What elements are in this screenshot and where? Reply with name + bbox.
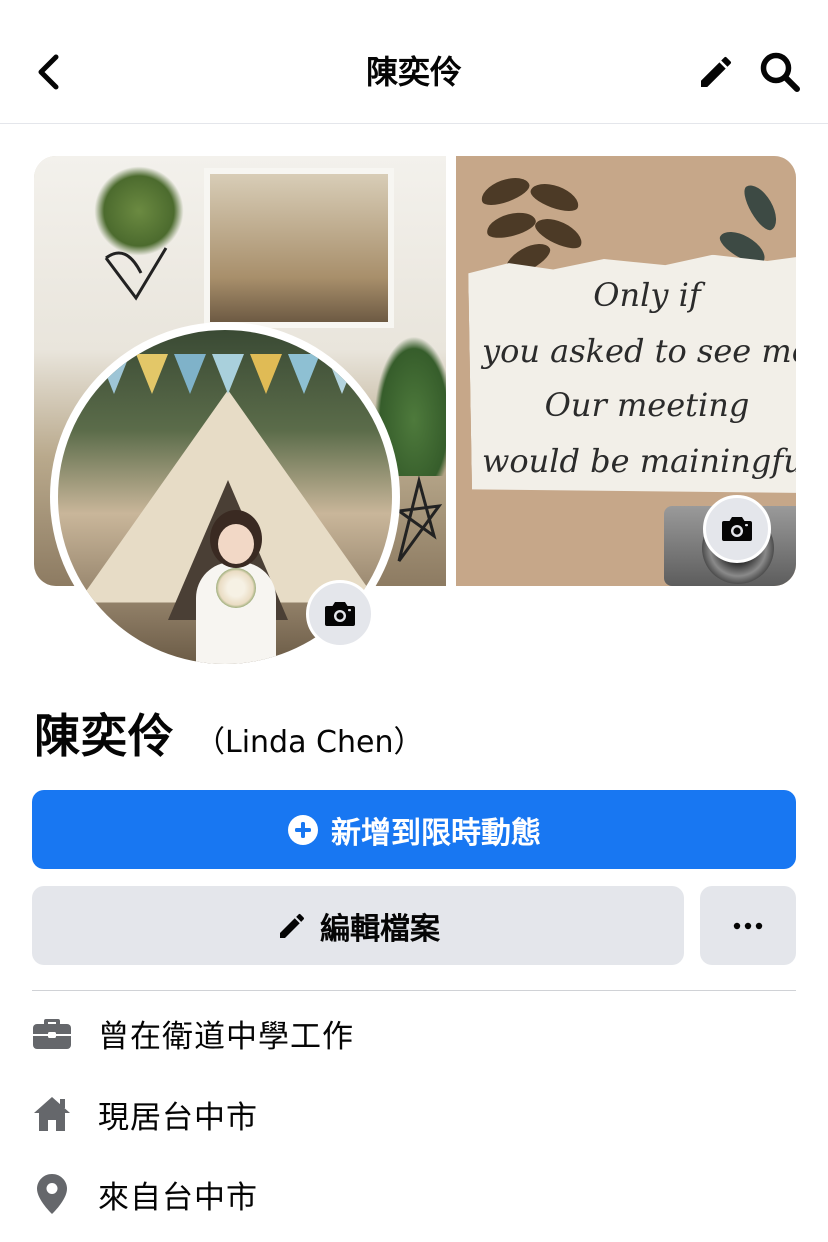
leaf-decoration	[738, 179, 784, 235]
location-pin-icon	[37, 1174, 67, 1214]
detail-hometown-text: 來自台中市	[98, 1179, 258, 1216]
search-button[interactable]	[756, 48, 804, 96]
divider	[32, 990, 796, 991]
leaf-decoration	[527, 178, 583, 216]
edit-profile-top-button[interactable]	[694, 50, 738, 94]
cover-window	[204, 168, 394, 328]
avatar-person	[196, 510, 276, 664]
leaf-decoration	[477, 172, 533, 210]
edit-profile-label: 編輯檔案	[320, 911, 440, 947]
top-bar: 陳奕伶	[0, 0, 828, 124]
camera-icon	[325, 602, 355, 626]
heart-doodle-icon	[104, 247, 168, 301]
briefcase-icon	[33, 1019, 71, 1049]
home-icon	[34, 1097, 70, 1131]
detail-work[interactable]: 曾在衛道中學工作	[32, 1003, 354, 1063]
more-icon	[733, 922, 763, 929]
edit-profile-button[interactable]: 編輯檔案	[32, 886, 684, 965]
star-doodle-icon	[395, 476, 443, 562]
add-to-story-label: 新增到限時動態	[331, 815, 541, 851]
avatar-camera-button[interactable]	[306, 580, 374, 648]
profile-name-row: 陳奕伶 （Linda Chen）	[34, 700, 424, 763]
pencil-icon	[280, 913, 305, 938]
detail-hometown[interactable]: 來自台中市	[32, 1164, 258, 1224]
quote-line: would be mainingful	[482, 442, 796, 480]
camera-icon	[722, 517, 752, 541]
bunting-flags	[98, 354, 358, 404]
quote-line: Only if	[593, 276, 701, 314]
profile-name: 陳奕伶	[34, 709, 175, 763]
add-to-story-button[interactable]: 新增到限時動態	[32, 790, 796, 869]
quote-line: Our meeting	[544, 386, 750, 424]
leaf-decoration	[484, 207, 538, 243]
cover-camera-button[interactable]	[703, 495, 771, 563]
detail-current-city[interactable]: 現居台中市	[32, 1084, 258, 1144]
more-options-button[interactable]	[700, 886, 796, 965]
quote-line: you asked to see me,	[482, 332, 796, 370]
pencil-icon	[701, 56, 732, 87]
search-icon	[760, 52, 800, 92]
profile-alternate-name: （Linda Chen）	[195, 725, 424, 760]
detail-work-text: 曾在衛道中學工作	[98, 1018, 354, 1055]
detail-current-city-text: 現居台中市	[98, 1099, 258, 1136]
plus-circle-icon	[288, 814, 318, 845]
